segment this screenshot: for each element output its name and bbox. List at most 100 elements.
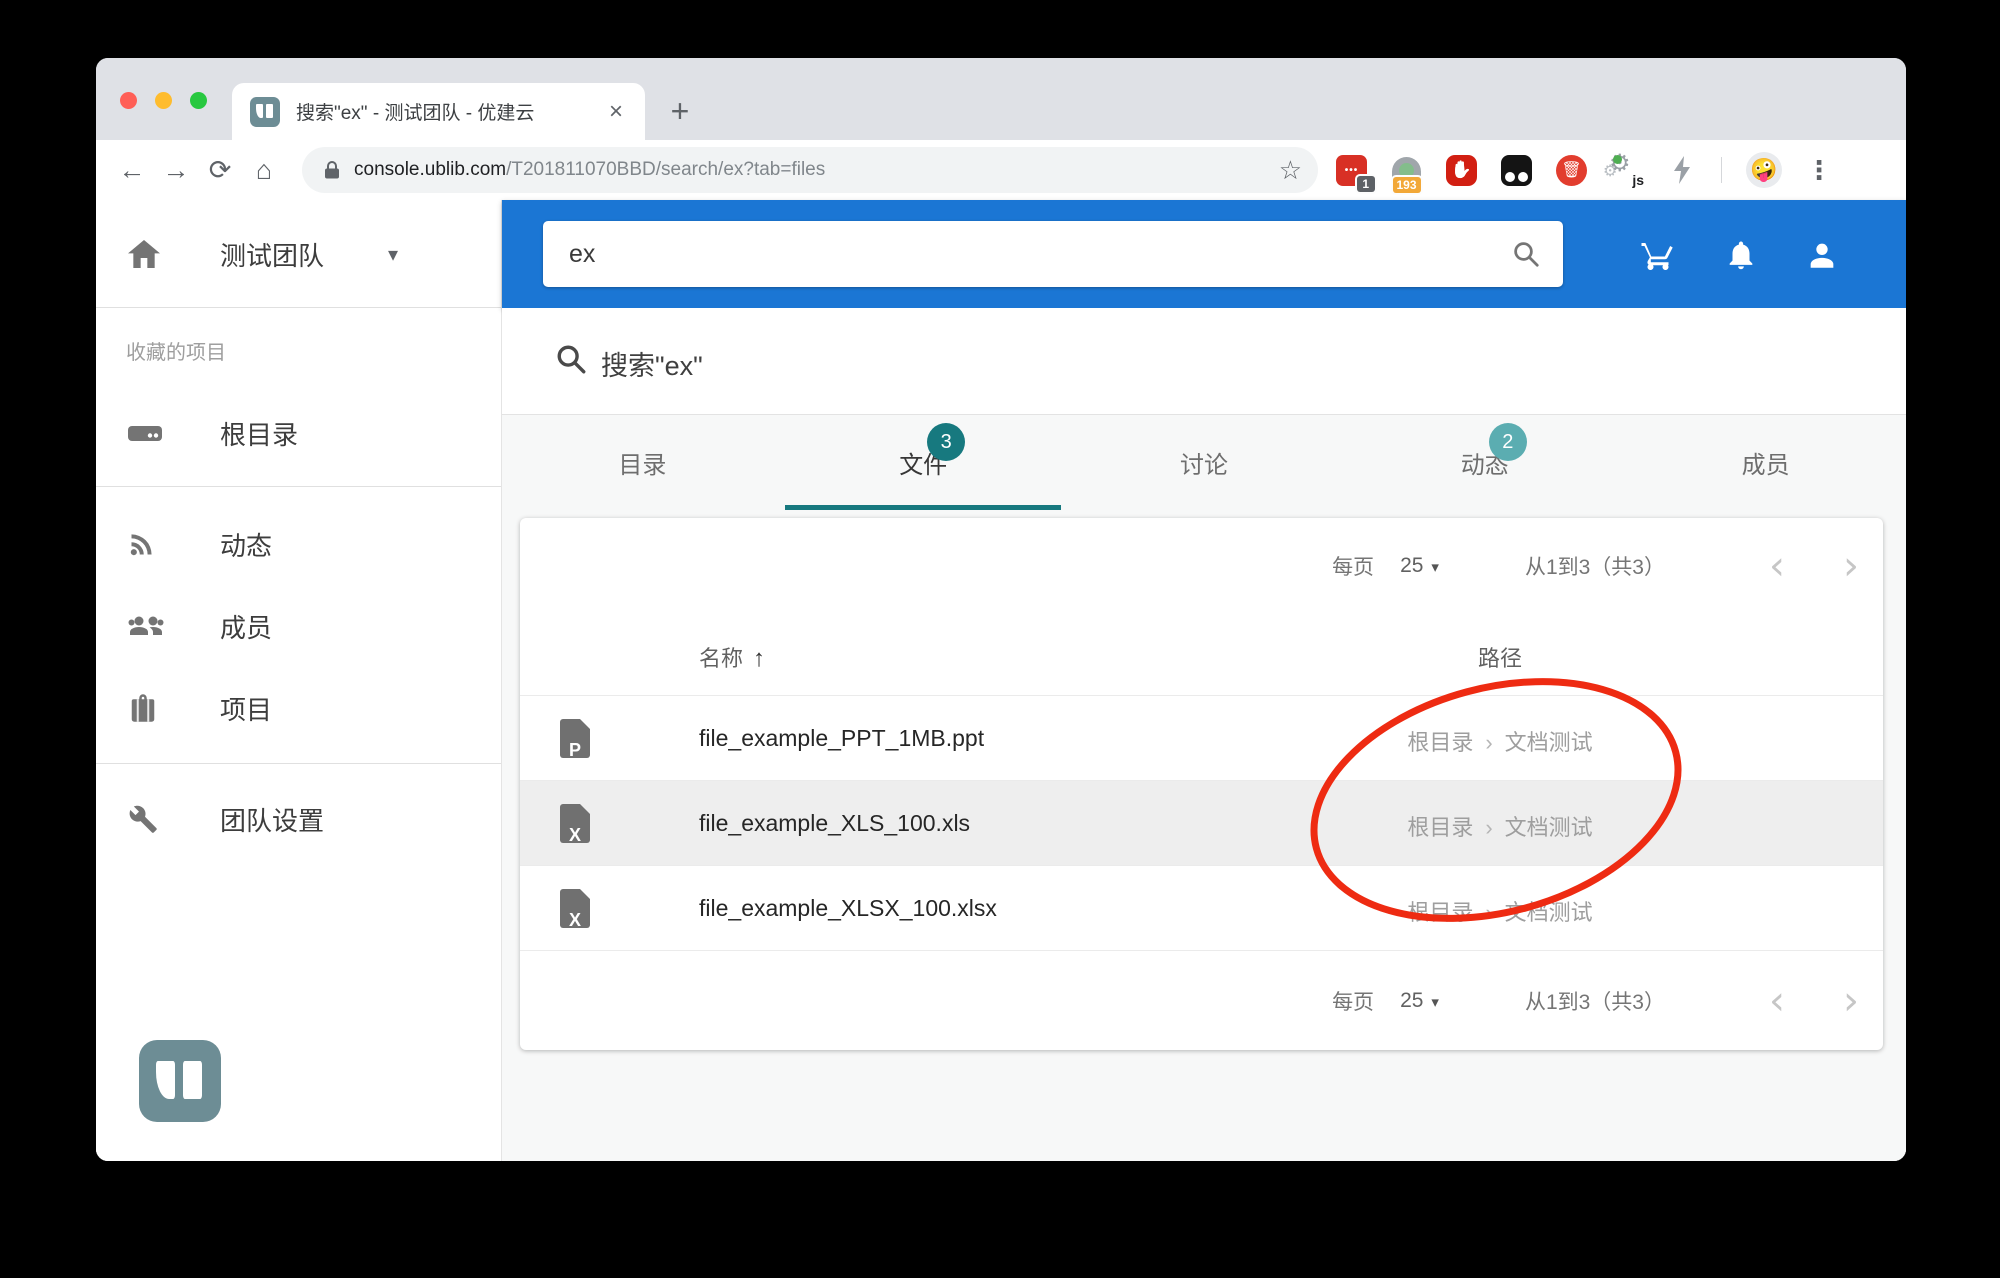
search-result-header: 搜索"ex" — [502, 308, 1906, 415]
toolbar-separator — [1721, 157, 1722, 183]
prev-page-icon[interactable]: ‹ — [1769, 981, 1785, 1021]
site-favicon — [250, 96, 280, 127]
activity-count-badge: 2 — [1488, 423, 1527, 461]
url-domain: console.ublib.com — [354, 159, 507, 180]
home-icon[interactable]: ⌂ — [242, 155, 286, 186]
address-bar[interactable]: console.ublib.com/T201811070BBD/search/e… — [302, 147, 1318, 193]
tab-activity[interactable]: 动态 2 — [1344, 415, 1625, 510]
notifications-bell-icon[interactable] — [1724, 237, 1760, 273]
search-input[interactable] — [543, 239, 1511, 269]
per-page-value: 25 — [1400, 988, 1424, 1012]
extension-badge: 193 — [1392, 176, 1421, 193]
per-page-select[interactable]: 25 ▾ — [1400, 989, 1439, 1013]
cart-icon[interactable] — [1640, 237, 1676, 273]
session-lock-extension-icon[interactable]: 193 — [1391, 155, 1422, 193]
column-name[interactable]: 名称 ↑ — [699, 641, 765, 673]
tab-label: 目录 — [618, 452, 667, 479]
sort-asc-icon: ↑ — [753, 645, 766, 672]
sidebar-item-root[interactable]: 根目录 — [96, 400, 501, 466]
back-icon[interactable]: ← — [110, 155, 154, 186]
sidebar-item-label: 成员 — [220, 612, 273, 643]
account-person-icon[interactable] — [1805, 237, 1841, 273]
lightning-extension-icon[interactable] — [1666, 155, 1697, 186]
macos-minimize-button[interactable] — [155, 92, 172, 109]
javascript-toggle-extension-icon[interactable]: ⚙ ⚙ js — [1603, 150, 1644, 188]
macos-close-button[interactable] — [120, 92, 137, 109]
password-dots: ••• — [1344, 164, 1359, 176]
file-path: 根目录 › 文档测试 — [1260, 810, 1740, 842]
tab-files[interactable]: 文件 3 — [783, 415, 1064, 510]
path-root[interactable]: 根目录 — [1407, 900, 1473, 925]
sidebar-item-label: 动态 — [220, 530, 273, 561]
file-name: file_example_XLSX_100.xlsx — [699, 895, 997, 921]
table-row[interactable]: X file_example_XLS_100.xls 根目录 › 文档测试 — [520, 780, 1883, 865]
sidebar-item-members[interactable]: 成员 — [96, 593, 501, 659]
next-page-icon[interactable]: › — [1843, 546, 1859, 586]
favorites-label: 收藏的项目 — [126, 342, 226, 364]
forward-icon[interactable]: → — [154, 155, 198, 186]
tab-members[interactable]: 成员 — [1625, 415, 1906, 510]
home-icon — [128, 240, 162, 268]
tab-label: 成员 — [1741, 452, 1790, 479]
next-page-icon[interactable]: › — [1843, 981, 1859, 1021]
sidebar-item-activity[interactable]: 动态 — [96, 511, 501, 577]
pagination-bottom: 每页 25 ▾ 从1到3（共3） ‹ › — [520, 951, 1883, 1050]
pagination-top: 每页 25 ▾ 从1到3（共3） ‹ › — [520, 518, 1883, 613]
file-path: 根目录 › 文档测试 — [1260, 725, 1740, 757]
reload-icon[interactable]: ⟳ — [198, 155, 242, 186]
tab-discussion[interactable]: 讨论 — [1064, 415, 1345, 510]
two-dots-extension-icon[interactable] — [1501, 154, 1532, 186]
path-root[interactable]: 根目录 — [1407, 730, 1473, 755]
path-folder[interactable]: 文档测试 — [1505, 730, 1593, 755]
browser-tab[interactable]: 搜索"ex" - 测试团队 - 优建云 × — [232, 83, 645, 140]
path-folder[interactable]: 文档测试 — [1505, 900, 1593, 925]
group-icon — [128, 614, 164, 638]
chrome-menu-icon[interactable]: ⋮ — [1806, 155, 1832, 186]
cleaner-extension-icon[interactable]: 🗑 — [1556, 154, 1587, 186]
active-tab-underline — [785, 505, 1062, 510]
js-label: js — [1632, 171, 1644, 188]
browser-window: 搜索"ex" - 测试团队 - 优建云 × + ← → ⟳ ⌂ console.… — [96, 58, 1906, 1161]
results-card: 每页 25 ▾ 从1到3（共3） ‹ › 名称 ↑ 路径 P file_exampl… — [520, 518, 1883, 1050]
breadcrumb-separator: › — [1485, 730, 1493, 755]
path-folder[interactable]: 文档测试 — [1505, 815, 1593, 840]
url-path: /T201811070BBD/search/ex?tab=files — [506, 159, 826, 180]
tab-label: 讨论 — [1179, 452, 1228, 479]
bookmark-star-icon[interactable]: ☆ — [1279, 155, 1302, 186]
path-root[interactable]: 根目录 — [1407, 815, 1473, 840]
password-manager-extension-icon[interactable]: ••• 1 — [1336, 154, 1375, 192]
profile-avatar[interactable]: 🤪 — [1746, 152, 1782, 188]
wrench-icon — [128, 804, 162, 834]
search-result-title: 搜索"ex" — [601, 351, 703, 381]
adblock-extension-icon[interactable]: ✋ — [1446, 154, 1477, 186]
team-switcher[interactable]: 测试团队 ▾ — [96, 200, 501, 308]
chevron-down-icon: ▾ — [388, 243, 399, 266]
search-icon[interactable] — [1511, 239, 1541, 269]
sidebar-item-projects[interactable]: 项目 — [96, 675, 501, 741]
app-content: 测试团队 ▾ 收藏的项目 根目录 动态 成员 项目 团队设置 ex 搜索"ex"… — [96, 200, 1906, 1161]
macos-zoom-button[interactable] — [190, 92, 207, 109]
per-page-label: 每页 — [1332, 990, 1375, 1014]
per-page-value: 25 — [1400, 553, 1424, 577]
prev-page-icon[interactable]: ‹ — [1769, 546, 1785, 586]
per-page-select[interactable]: 25 ▾ — [1400, 554, 1439, 578]
caret-down-icon: ▾ — [1431, 993, 1439, 1011]
xls-file-icon: X — [560, 804, 590, 845]
table-header: 名称 ↑ 路径 — [520, 613, 1883, 695]
table-row[interactable]: X file_example_XLSX_100.xlsx 根目录 › 文档测试 — [520, 865, 1883, 951]
per-page-label: 每页 — [1332, 555, 1375, 579]
app-header — [502, 200, 1906, 308]
global-search-box — [543, 221, 1563, 287]
page-range-label: 从1到3（共3） — [1524, 990, 1665, 1014]
tab-close-icon[interactable]: × — [605, 98, 627, 126]
table-row[interactable]: P file_example_PPT_1MB.ppt 根目录 › 文档测试 — [520, 695, 1883, 780]
rss-icon — [128, 530, 162, 558]
sidebar-item-team-settings[interactable]: 团队设置 — [96, 786, 501, 852]
file-path: 根目录 › 文档测试 — [1260, 895, 1740, 927]
team-name: 测试团队 — [220, 240, 325, 271]
tab-directory[interactable]: 目录 — [502, 415, 783, 510]
new-tab-button[interactable]: + — [662, 94, 698, 130]
lock-icon — [325, 161, 339, 179]
sidebar-item-label: 根目录 — [220, 419, 299, 450]
briefcase-icon — [128, 694, 162, 722]
